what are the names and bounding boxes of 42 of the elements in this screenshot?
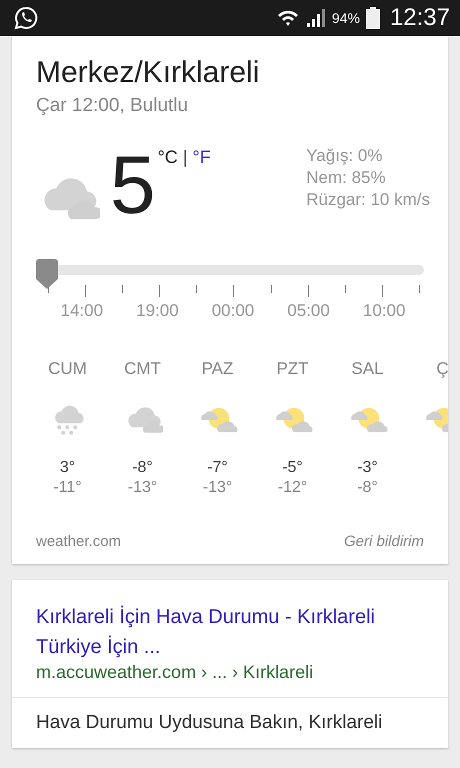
battery-percent: 94%: [332, 10, 360, 26]
high-temp: -5°: [282, 459, 303, 477]
day-label: CMT: [124, 359, 161, 379]
low-temp: -12°: [278, 479, 308, 497]
day-label: CUM: [48, 359, 87, 379]
high-temp: -7°: [207, 459, 228, 477]
unit-separator: |: [182, 147, 188, 168]
high-temp: 3°: [60, 459, 76, 477]
result-snippet: Hava Durumu Uydusuna Bakın, Kırklareli: [35, 711, 384, 735]
high-temp: -3°: [357, 459, 378, 477]
weather-subtitle: Çar 12:00, Bulutlu: [36, 95, 190, 117]
chat-app-icon: [14, 6, 38, 30]
time-label: 14:00: [60, 301, 104, 321]
time-label: 10:00: [362, 301, 406, 321]
low-temp: -8°: [357, 479, 378, 497]
low-temp: -13°: [128, 479, 158, 497]
temperature-value: 5: [110, 145, 156, 227]
high-temp: -8°: [132, 459, 153, 477]
time-label: 19:00: [136, 301, 179, 321]
day-label: PAZ: [202, 359, 234, 379]
feedback-link[interactable]: Geri bildirim: [344, 533, 424, 550]
day-label: Ç: [436, 359, 448, 379]
unit-toggle[interactable]: °F: [192, 147, 211, 168]
time-label: 00:00: [212, 301, 254, 321]
time-slider[interactable]: [36, 259, 424, 289]
unit-toggle[interactable]: °C: [158, 147, 178, 168]
weather-detail: Nem: 85%: [306, 167, 387, 189]
weather-detail: Yağış: 0%: [306, 145, 384, 167]
result-url: m.accuweather.com › ... › Kırklareli: [36, 662, 314, 683]
battery-icon: [366, 7, 380, 29]
low-temp: -11°: [53, 479, 82, 497]
day-label: PZT: [276, 359, 309, 379]
clock-time: 12:37: [390, 4, 450, 32]
location-title: Merkez/Kırklareli: [36, 55, 260, 91]
result-title-link[interactable]: Kırklareli İçin Hava Durumu - Kırklareli Türkiye İçin ...: [36, 602, 424, 662]
low-temp: -13°: [202, 479, 232, 497]
source-label: weather.com: [36, 533, 122, 550]
signal-icon: [306, 8, 326, 28]
time-label: 05:00: [287, 301, 330, 321]
weather-detail: Rüzgar: 10 km/s: [306, 189, 430, 211]
slider-handle[interactable]: [36, 259, 58, 289]
day-label: SAL: [351, 359, 384, 379]
